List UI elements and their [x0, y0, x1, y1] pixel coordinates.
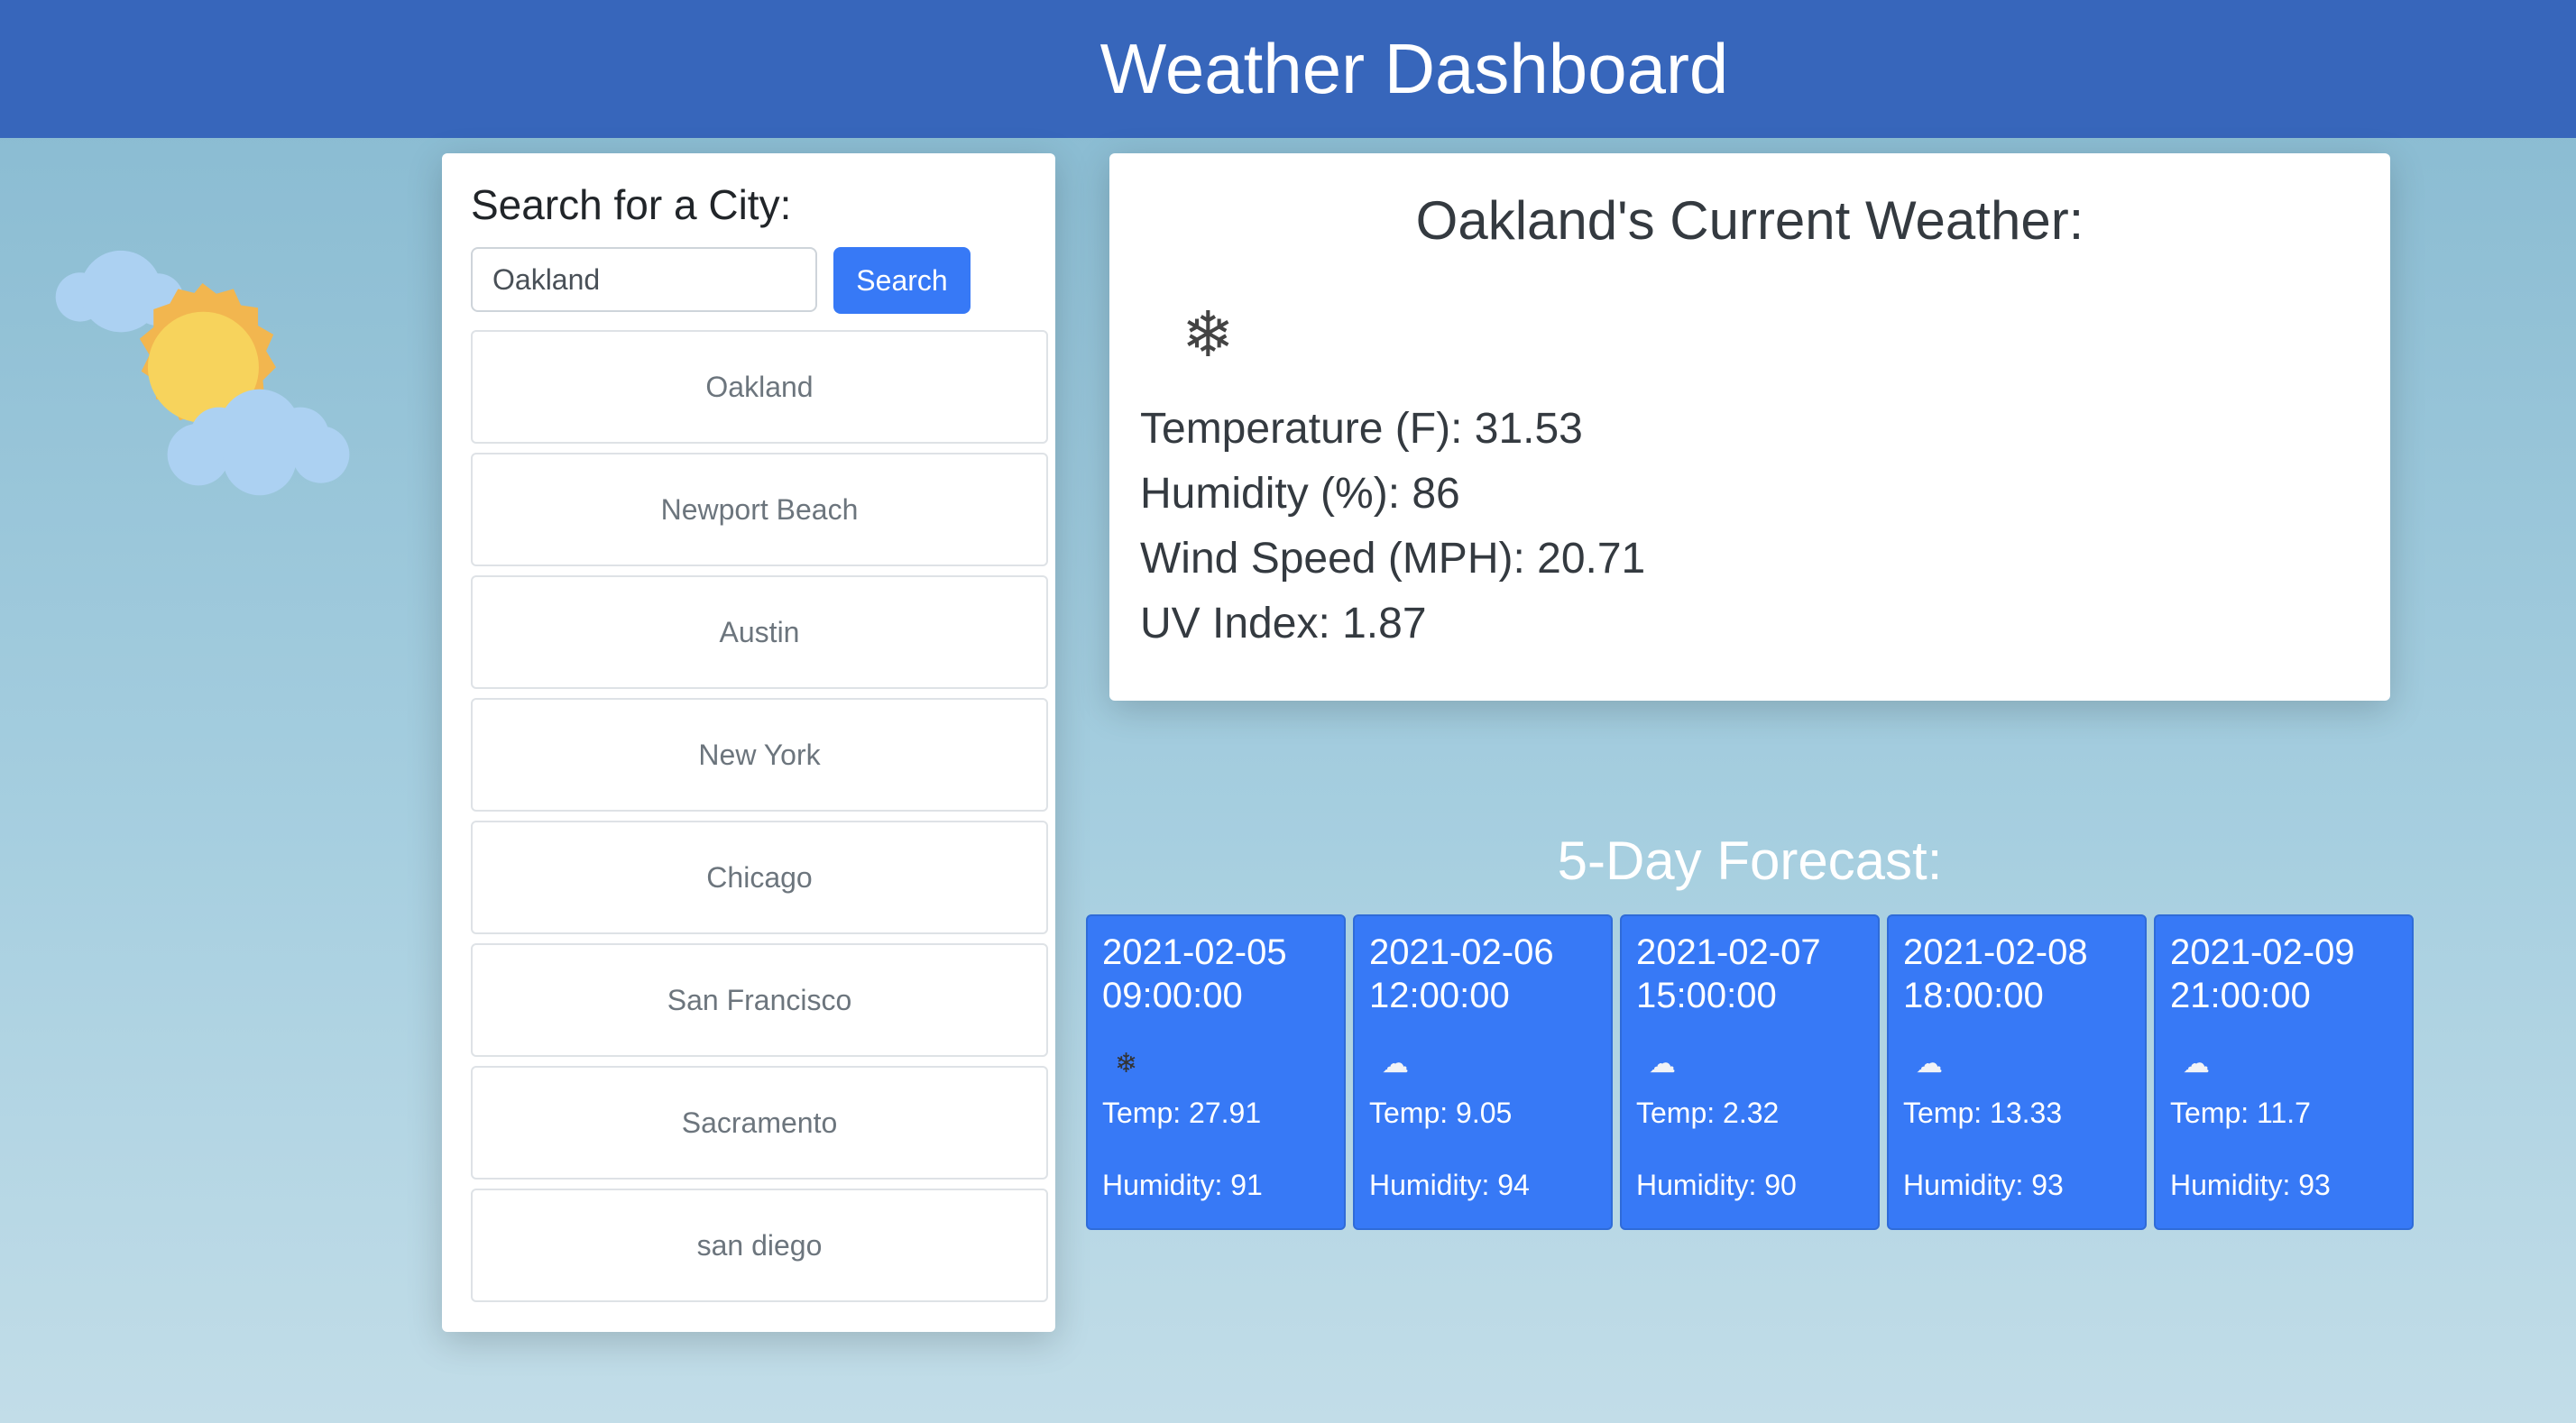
search-button[interactable]: Search [833, 247, 971, 314]
forecast-datetime: 2021-02-09 21:00:00 [2170, 931, 2355, 1017]
current-wind-speed: Wind Speed (MPH): 20.71 [1140, 535, 1646, 583]
forecast-humidity: Humidity: 93 [2170, 1169, 2331, 1201]
search-heading: Search for a City: [471, 181, 792, 228]
forecast-date: 2021-02-06 [1369, 932, 1554, 972]
forecast-card: 2021-02-05 09:00:00 ❄ Temp: 27.91 Humidit… [1086, 914, 1346, 1230]
current-weather-card: Oakland's Current Weather: ❄ Temperature… [1109, 153, 2390, 701]
history-item-sacramento[interactable]: Sacramento [471, 1066, 1048, 1180]
forecast-temp: Temp: 2.32 [1636, 1097, 1780, 1129]
forecast-card: 2021-02-07 15:00:00 ☁ Temp: 2.32 Humidity… [1620, 914, 1880, 1230]
forecast-time: 21:00:00 [2170, 976, 2311, 1015]
search-panel: Search for a City: Search Oakland Newpor… [442, 153, 1055, 1332]
snowflake-icon: ❄ [1115, 1049, 1138, 1079]
forecast-time: 12:00:00 [1369, 976, 1510, 1015]
forecast-temp: Temp: 11.7 [2170, 1097, 2311, 1129]
forecast-date: 2021-02-08 [1903, 932, 2088, 972]
forecast-card: 2021-02-09 21:00:00 ☁ Temp: 11.7 Humidity… [2154, 914, 2414, 1230]
forecast-time: 09:00:00 [1102, 976, 1243, 1015]
current-humidity: Humidity (%): 86 [1140, 470, 1460, 518]
history-item-new-york[interactable]: New York [471, 698, 1048, 812]
current-temperature: Temperature (F): 31.53 [1140, 405, 1583, 453]
forecast-card: 2021-02-06 12:00:00 ☁ Temp: 9.05 Humidity… [1353, 914, 1613, 1230]
history-item-chicago[interactable]: Chicago [471, 821, 1048, 934]
forecast-date: 2021-02-05 [1102, 932, 1287, 972]
page-title: Weather Dashboard [1099, 29, 1729, 108]
forecast-humidity: Humidity: 94 [1369, 1169, 1530, 1201]
history-item-newport-beach[interactable]: Newport Beach [471, 453, 1048, 566]
forecast-datetime: 2021-02-06 12:00:00 [1369, 931, 1554, 1017]
forecast-time: 18:00:00 [1903, 976, 2044, 1015]
forecast-humidity: Humidity: 90 [1636, 1169, 1797, 1201]
city-search-input[interactable] [471, 247, 817, 312]
forecast-date: 2021-02-07 [1636, 932, 1821, 972]
history-item-austin[interactable]: Austin [471, 575, 1048, 689]
forecast-humidity: Humidity: 93 [1903, 1169, 2064, 1201]
forecast-temp: Temp: 9.05 [1369, 1097, 1513, 1129]
app-header: Weather Dashboard [0, 0, 2576, 138]
forecast-heading: 5-Day Forecast: [1557, 831, 1943, 891]
forecast-date: 2021-02-09 [2170, 932, 2355, 972]
forecast-cards: 2021-02-05 09:00:00 ❄ Temp: 27.91 Humidit… [1086, 914, 2414, 1230]
history-item-oakland[interactable]: Oakland [471, 330, 1048, 444]
cloud-icon: ☁ [1916, 1049, 1943, 1079]
cloud-icon: ☁ [1649, 1049, 1676, 1079]
cloud-icon: ☁ [1382, 1049, 1409, 1079]
forecast-temp: Temp: 13.33 [1903, 1097, 2063, 1129]
cloud-icon: ☁ [2183, 1049, 2210, 1079]
history-item-san-francisco[interactable]: San Francisco [471, 943, 1048, 1057]
sun-behind-clouds-icon [55, 250, 350, 496]
forecast-card: 2021-02-08 18:00:00 ☁ Temp: 13.33 Humidit… [1887, 914, 2147, 1230]
forecast-humidity: Humidity: 91 [1102, 1169, 1263, 1201]
current-weather-title: Oakland's Current Weather: [1415, 190, 2084, 251]
forecast-datetime: 2021-02-08 18:00:00 [1903, 931, 2088, 1017]
history-item-san-diego[interactable]: san diego [471, 1189, 1048, 1302]
snowflake-icon: ❄ [1182, 299, 1235, 370]
forecast-temp: Temp: 27.91 [1102, 1097, 1262, 1129]
forecast-datetime: 2021-02-05 09:00:00 [1102, 931, 1287, 1017]
forecast-time: 15:00:00 [1636, 976, 1777, 1015]
forecast-datetime: 2021-02-07 15:00:00 [1636, 931, 1821, 1017]
search-history-list: Oakland Newport Beach Austin New York Ch… [471, 330, 1048, 1311]
current-uv-index: UV Index: 1.87 [1140, 600, 1427, 647]
